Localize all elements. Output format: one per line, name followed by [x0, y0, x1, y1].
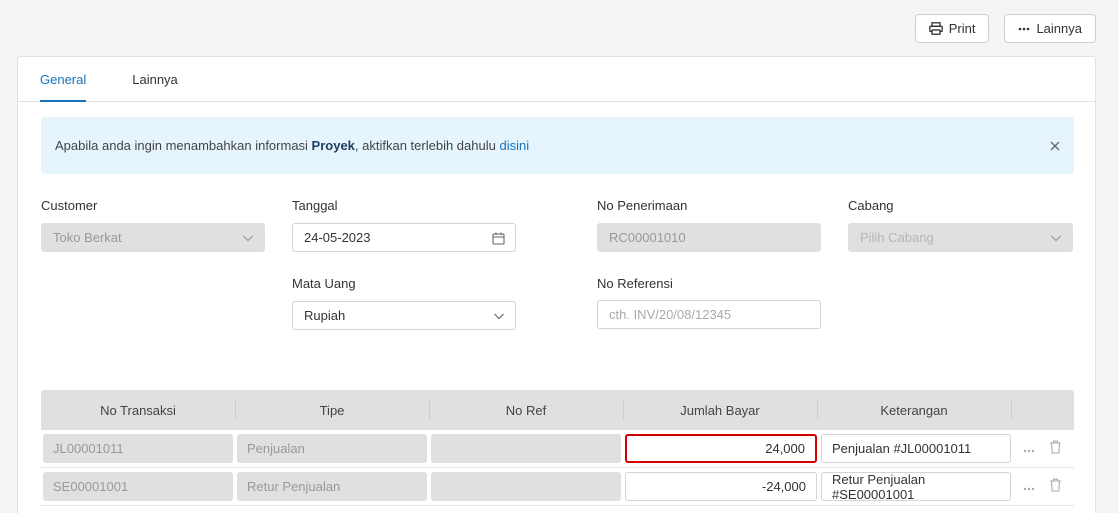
tipe-cell: Retur Penjualan — [237, 472, 427, 501]
trash-icon[interactable] — [1049, 478, 1062, 495]
alert-bold: Proyek — [311, 138, 355, 153]
more-label: Lainnya — [1036, 21, 1082, 36]
no-ref-cell — [431, 472, 621, 501]
transaction-table: No Transaksi Tipe No Ref Jumlah Bayar Ke… — [41, 390, 1074, 506]
col-no-ref: No Ref — [429, 390, 623, 430]
chevron-down-icon — [242, 232, 254, 247]
table-row: JL00001011 Penjualan 24,000 Penjualan #J… — [41, 430, 1074, 468]
print-label: Print — [948, 21, 976, 36]
top-toolbar: Print Lainnya — [914, 14, 1096, 43]
ellipsis-icon[interactable] — [1023, 479, 1035, 494]
no-referensi-placeholder: cth. INV/20/08/12345 — [609, 307, 732, 322]
tanggal-label: Tanggal — [292, 198, 338, 213]
cabang-label: Cabang — [848, 198, 894, 213]
no-transaksi-cell: JL00001011 — [43, 434, 233, 463]
no-referensi-input[interactable]: cth. INV/20/08/12345 — [597, 300, 821, 329]
chevron-down-icon — [1050, 232, 1062, 247]
ellipsis-icon[interactable] — [1023, 441, 1035, 456]
no-referensi-label: No Referensi — [597, 276, 673, 291]
tab-general[interactable]: General — [40, 57, 87, 102]
row-actions — [1013, 478, 1062, 495]
no-ref-cell — [431, 434, 621, 463]
print-button[interactable]: Print — [914, 14, 990, 43]
form-card: General Lainnya Apabila anda ingin menam… — [17, 56, 1096, 513]
table-row: SE00001001 Retur Penjualan -24,000 Retur… — [41, 468, 1074, 506]
mata-uang-label: Mata Uang — [292, 276, 356, 291]
jumlah-bayar-input[interactable]: 24,000 — [625, 434, 817, 463]
alert-text: Apabila anda ingin menambahkan informasi… — [55, 138, 530, 153]
customer-value: Toko Berkat — [53, 230, 122, 245]
calendar-icon[interactable] — [492, 232, 505, 248]
col-no-transaksi: No Transaksi — [100, 402, 176, 418]
tanggal-input[interactable]: 24-05-2023 — [292, 223, 516, 252]
tanggal-value: 24-05-2023 — [304, 230, 371, 245]
close-icon[interactable] — [1050, 139, 1060, 154]
mata-uang-value: Rupiah — [304, 308, 346, 323]
printer-icon — [928, 22, 943, 35]
more-button[interactable]: Lainnya — [1004, 14, 1096, 43]
customer-label: Customer — [41, 198, 98, 213]
info-alert: Apabila anda ingin menambahkan informasi… — [41, 117, 1074, 174]
cabang-placeholder: Pilih Cabang — [860, 230, 934, 245]
table-header: No Transaksi Tipe No Ref Jumlah Bayar Ke… — [41, 390, 1074, 430]
trash-icon[interactable] — [1049, 440, 1062, 457]
tab-bar: General Lainnya — [18, 57, 1095, 102]
col-actions — [1011, 390, 1074, 430]
alert-link[interactable]: disini — [499, 138, 529, 153]
cabang-select[interactable]: Pilih Cabang — [848, 223, 1073, 252]
no-penerimaan-value: RC00001010 — [609, 230, 686, 245]
no-penerimaan-label: No Penerimaan — [597, 198, 688, 213]
jumlah-bayar-input[interactable]: -24,000 — [625, 472, 817, 501]
tipe-cell: Penjualan — [237, 434, 427, 463]
col-tipe: Tipe — [235, 390, 429, 430]
no-transaksi-cell: SE00001001 — [43, 472, 233, 501]
no-penerimaan-input: RC00001010 — [597, 223, 821, 252]
keterangan-input[interactable]: Retur Penjualan #SE00001001 — [821, 472, 1011, 502]
tab-lainnya[interactable]: Lainnya — [132, 57, 178, 101]
keterangan-input[interactable]: Penjualan #JL00001011 — [821, 434, 1011, 463]
ellipsis-icon — [1018, 27, 1030, 31]
chevron-down-icon — [493, 310, 505, 325]
col-keterangan: Keterangan — [817, 390, 1011, 430]
col-jumlah-bayar: Jumlah Bayar — [623, 390, 817, 430]
row-actions — [1013, 440, 1062, 457]
mata-uang-select[interactable]: Rupiah — [292, 301, 516, 330]
customer-select[interactable]: Toko Berkat — [41, 223, 265, 252]
